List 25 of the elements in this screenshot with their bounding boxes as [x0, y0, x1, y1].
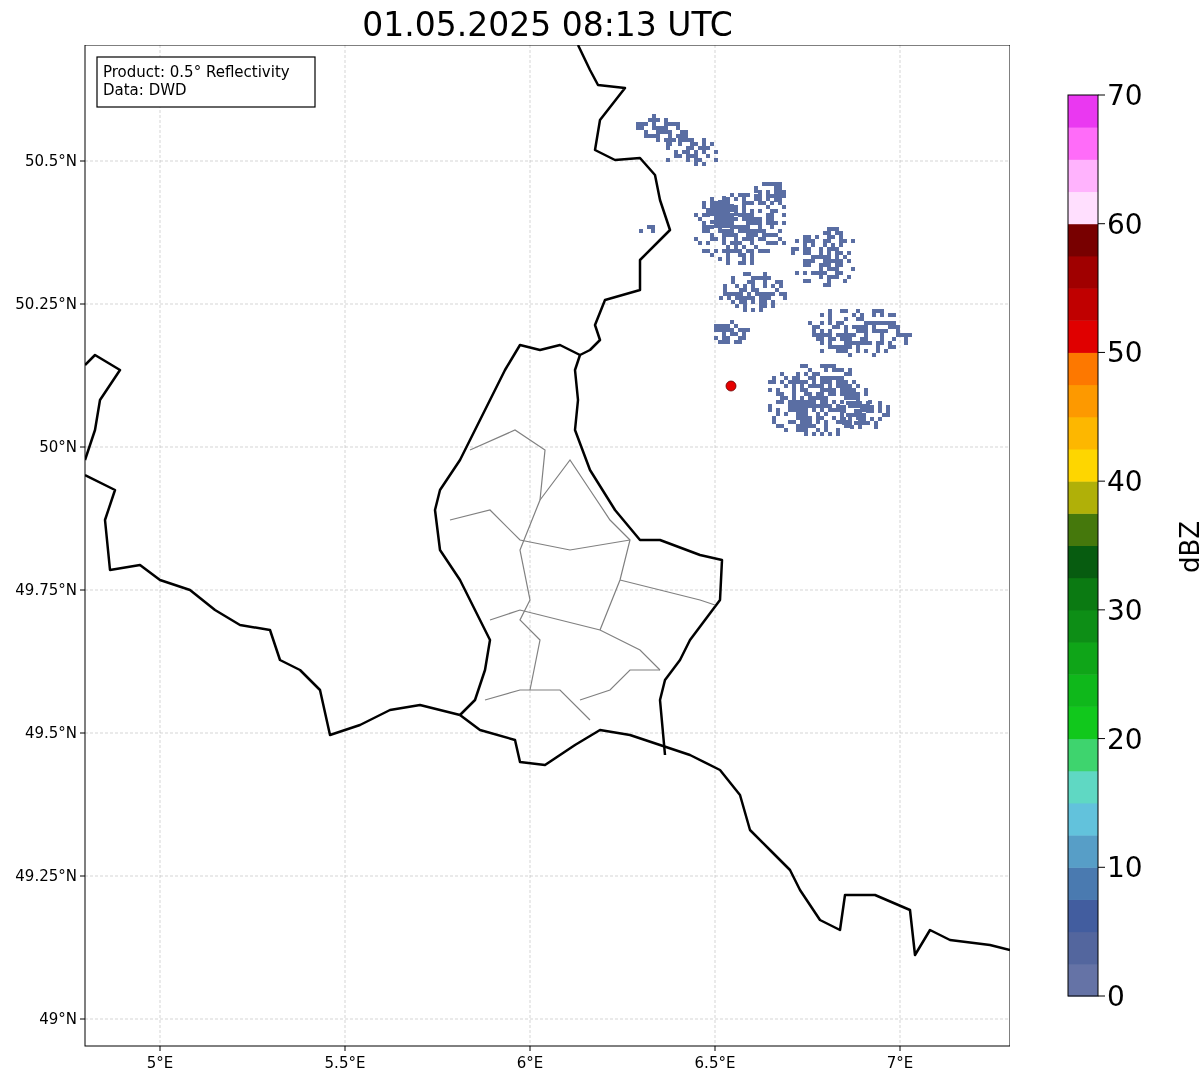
- colorbar-tick-label: 40: [1107, 465, 1143, 499]
- latitude-label: 49.25°N: [15, 867, 77, 885]
- latitude-label: 49°N: [39, 1010, 77, 1028]
- colorbar-tick-label: 70: [1107, 79, 1143, 112]
- radar-site-marker: [725, 380, 737, 392]
- colorbar-tick-label: 30: [1107, 593, 1143, 627]
- colorbar-tick-label: 20: [1107, 722, 1143, 756]
- longitude-label: 6°E: [516, 1054, 544, 1072]
- latitude-label: 50°N: [39, 438, 77, 456]
- longitude-label: 6.5°E: [694, 1054, 736, 1072]
- latitude-label: 49.75°N: [15, 581, 77, 599]
- info-text: Data: DWD: [103, 81, 187, 99]
- longitude-label: 5°E: [146, 1054, 174, 1072]
- latitude-label: 50.5°N: [24, 152, 77, 170]
- colorbar-tick-label: 0: [1107, 980, 1125, 1013]
- longitude-label: 5.5°E: [324, 1054, 366, 1072]
- colorbar-tick-label: 50: [1107, 336, 1143, 370]
- colorbar-tick-label: 60: [1107, 207, 1143, 241]
- longitude-label: 7°E: [886, 1054, 914, 1072]
- colorbar-label: dBZ: [1175, 520, 1202, 574]
- info-text: Product: 0.5° Reflectivity: [103, 63, 290, 81]
- map-title: 01.05.2025 08:13 UTC: [362, 4, 733, 46]
- colorbar-tick-label: 10: [1107, 851, 1143, 885]
- latitude-label: 50.25°N: [15, 295, 77, 313]
- latitude-label: 49.5°N: [24, 724, 77, 742]
